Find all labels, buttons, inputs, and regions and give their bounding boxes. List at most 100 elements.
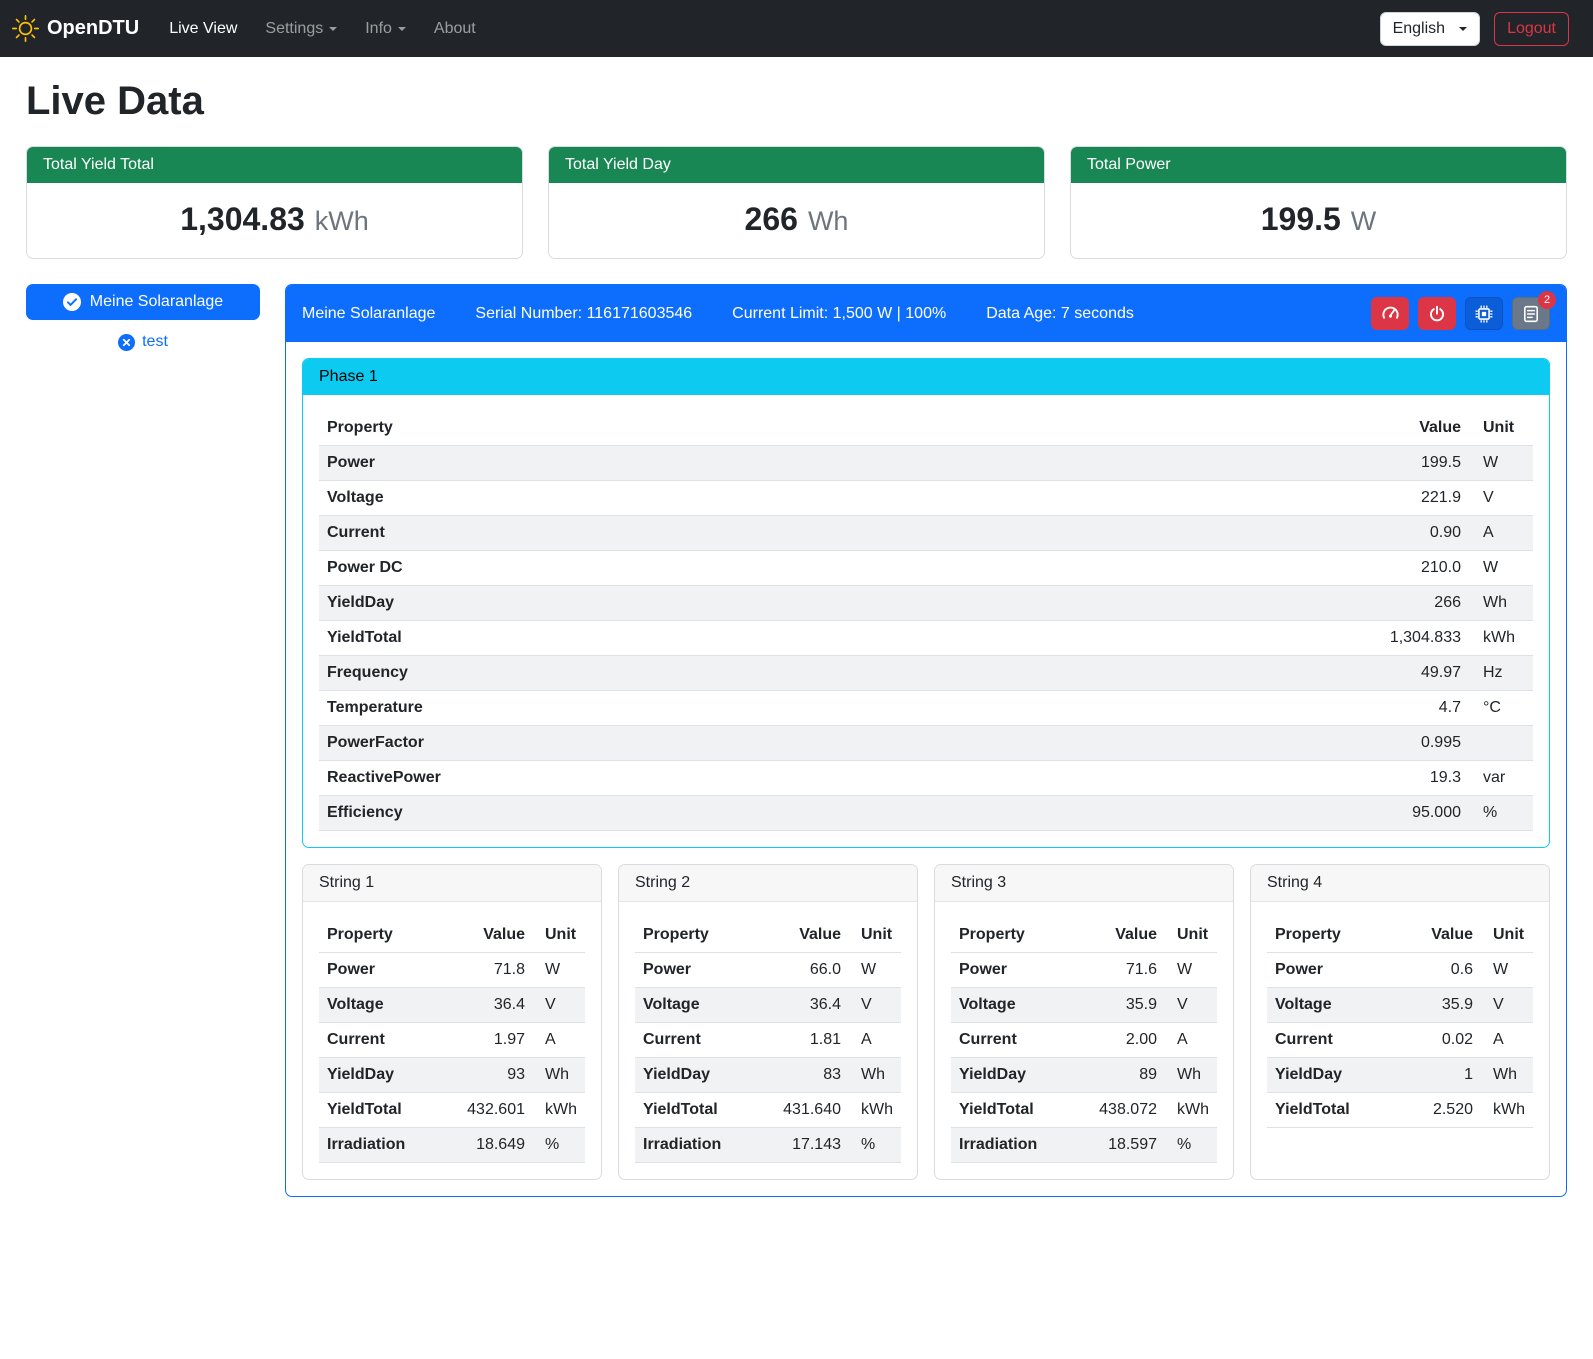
nav-item-settings-label: Settings [265, 20, 323, 38]
property-cell: Voltage [1267, 988, 1392, 1023]
nav-item-info[interactable]: Info [353, 12, 418, 46]
unit-cell: V [1469, 481, 1533, 516]
value-cell: 71.8 [444, 953, 533, 988]
unit-cell: kWh [533, 1093, 585, 1128]
property-cell: Current [319, 516, 1193, 551]
unit-cell: % [533, 1128, 585, 1163]
table-row: Irradiation18.597% [951, 1128, 1217, 1163]
table-row: Power66.0W [635, 953, 901, 988]
logout-button[interactable]: Logout [1494, 12, 1569, 46]
unit-cell: Wh [849, 1058, 901, 1093]
table-row: Current2.00A [951, 1023, 1217, 1058]
property-cell: YieldTotal [951, 1093, 1076, 1128]
property-cell: YieldTotal [319, 1093, 444, 1128]
table-row: Efficiency95.000% [319, 796, 1533, 831]
value-cell: 93 [444, 1058, 533, 1093]
value-cell: 36.4 [760, 988, 849, 1023]
event-log-button[interactable]: 2 [1512, 297, 1550, 330]
unit-cell: V [533, 988, 585, 1023]
unit-cell: Wh [1481, 1058, 1533, 1093]
nav-links: Live View Settings Info About [157, 12, 488, 46]
value-cell: 0.02 [1392, 1023, 1481, 1058]
summary-cards: Total Yield Total 1,304.83 kWh Total Yie… [26, 146, 1567, 259]
summary-value: 1,304.83 [180, 201, 305, 238]
unit-cell: A [1469, 516, 1533, 551]
summary-card-total-yield-total: Total Yield Total 1,304.83 kWh [26, 146, 523, 259]
inverter-name: Meine Solaranlage [302, 305, 435, 323]
property-cell: Irradiation [635, 1128, 760, 1163]
inverter-card-header: Meine Solaranlage Serial Number: 1161716… [286, 285, 1566, 342]
x-circle-icon [118, 334, 135, 351]
value-cell: 431.640 [760, 1093, 849, 1128]
property-cell: Frequency [319, 656, 1193, 691]
unit-cell: kWh [1469, 621, 1533, 656]
column-header-value: Value [1193, 411, 1469, 446]
value-cell: 0.995 [1193, 726, 1469, 761]
string-card-header: String 3 [935, 865, 1233, 902]
value-cell: 19.3 [1193, 761, 1469, 796]
inverter-serial: Serial Number: 116171603546 [475, 305, 692, 323]
inverter-list: Meine Solaranlage test [26, 284, 260, 351]
property-cell: Irradiation [951, 1128, 1076, 1163]
power-icon [1428, 305, 1446, 323]
table-row: Voltage35.9V [1267, 988, 1533, 1023]
nav-item-live-view[interactable]: Live View [157, 12, 249, 46]
property-cell: Power [319, 953, 444, 988]
column-header-unit: Unit [1165, 918, 1217, 953]
string-card-1: String 1 Property Value Unit [302, 864, 602, 1180]
table-row: Power0.6W [1267, 953, 1533, 988]
unit-cell: A [1165, 1023, 1217, 1058]
value-cell: 1.81 [760, 1023, 849, 1058]
property-cell: Power [635, 953, 760, 988]
property-cell: Temperature [319, 691, 1193, 726]
navbar: OpenDTU Live View Settings Info About En… [0, 0, 1593, 57]
unit-cell: W [533, 953, 585, 988]
column-header-property: Property [1267, 918, 1392, 953]
string-card-2: String 2 Property Value Unit [618, 864, 918, 1180]
inverter-card-body: Phase 1 Property Value Unit Power199.5WV… [286, 342, 1566, 1196]
device-info-button[interactable] [1465, 297, 1503, 330]
column-header-property: Property [635, 918, 760, 953]
column-header-unit: Unit [1469, 411, 1533, 446]
inverter-select-label: test [142, 333, 168, 351]
column-header-property: Property [951, 918, 1076, 953]
inverter-actions: 2 [1371, 297, 1550, 330]
inverter-select-meine-solaranlage[interactable]: Meine Solaranlage [26, 284, 260, 320]
string-card-body: Property Value Unit Power71.8WVoltage36.… [303, 902, 601, 1179]
table-row: Power71.8W [319, 953, 585, 988]
value-cell: 35.9 [1076, 988, 1165, 1023]
language-select[interactable]: English [1380, 12, 1480, 46]
summary-card-header: Total Yield Total [27, 147, 522, 183]
unit-cell: W [1481, 953, 1533, 988]
value-cell: 4.7 [1193, 691, 1469, 726]
table-row: YieldTotal431.640kWh [635, 1093, 901, 1128]
value-cell: 95.000 [1193, 796, 1469, 831]
string-table: Property Value Unit Power0.6WVoltage35.9… [1267, 918, 1533, 1128]
value-cell: 199.5 [1193, 446, 1469, 481]
property-cell: Voltage [951, 988, 1076, 1023]
column-header-unit: Unit [1481, 918, 1533, 953]
power-settings-button[interactable] [1418, 297, 1456, 330]
journal-icon [1522, 305, 1540, 323]
value-cell: 0.6 [1392, 953, 1481, 988]
inverter-select-test[interactable]: test [118, 333, 168, 351]
table-row: ReactivePower19.3var [319, 761, 1533, 796]
nav-item-about[interactable]: About [422, 12, 488, 46]
summary-card-body: 1,304.83 kWh [27, 183, 522, 258]
unit-cell: kWh [1481, 1093, 1533, 1128]
nav-item-settings[interactable]: Settings [253, 12, 349, 46]
language-value: English [1393, 20, 1445, 38]
string-card-body: Property Value Unit Power71.6WVoltage35.… [935, 902, 1233, 1179]
unit-cell: W [1165, 953, 1217, 988]
limit-settings-button[interactable] [1371, 297, 1409, 330]
strings-row: String 1 Property Value Unit [302, 864, 1550, 1180]
brand[interactable]: OpenDTU [12, 15, 139, 42]
unit-cell: W [1469, 446, 1533, 481]
table-row: YieldDay89Wh [951, 1058, 1217, 1093]
value-cell: 1 [1392, 1058, 1481, 1093]
unit-cell: Wh [533, 1058, 585, 1093]
string-card-3: String 3 Property Value Unit [934, 864, 1234, 1180]
table-header-row: Property Value Unit [635, 918, 901, 953]
value-cell: 210.0 [1193, 551, 1469, 586]
unit-cell: W [1469, 551, 1533, 586]
